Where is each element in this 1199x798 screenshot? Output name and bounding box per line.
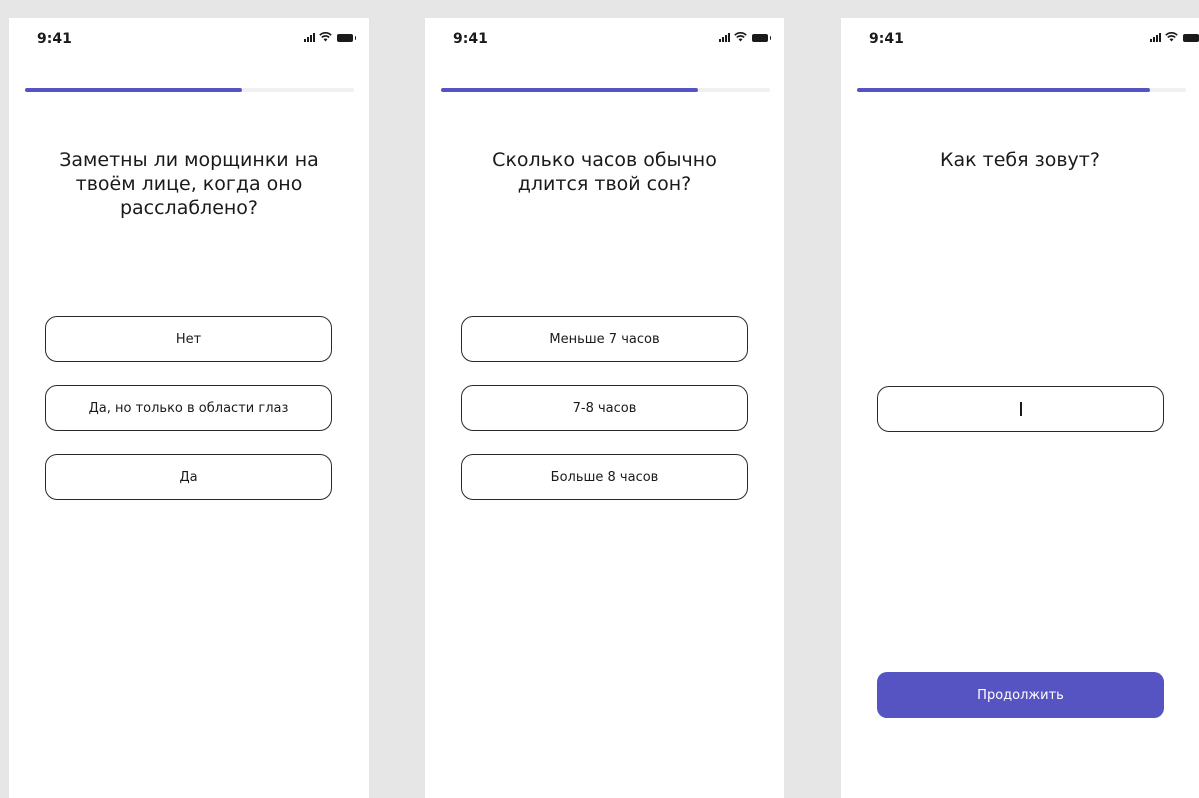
status-time: 9:41: [453, 31, 488, 47]
option-button-yes[interactable]: Да: [45, 454, 332, 500]
answer-options: Меньше 7 часов 7-8 часов Больше 8 часов: [461, 316, 748, 523]
name-input[interactable]: [877, 386, 1164, 432]
progress-bar: [441, 88, 770, 92]
battery-icon: [1183, 34, 1199, 42]
option-button-more-8[interactable]: Больше 8 часов: [461, 454, 748, 500]
option-button-no[interactable]: Нет: [45, 316, 332, 362]
progress-fill: [25, 88, 243, 92]
status-time: 9:41: [37, 31, 72, 47]
wifi-icon: [319, 32, 332, 42]
wifi-icon: [734, 32, 747, 42]
wifi-icon: [1165, 32, 1178, 42]
status-bar: 9:41: [9, 18, 369, 58]
status-icons: [1150, 32, 1199, 42]
battery-icon: [337, 34, 356, 42]
quiz-screen-name: 9:41 Как тебя зовут? Продолжить: [841, 18, 1199, 798]
signal-icon: [1150, 32, 1161, 42]
battery-icon: [752, 34, 771, 42]
status-time: 9:41: [869, 31, 904, 47]
question-title: Сколько часов обычно длится твой сон?: [492, 149, 717, 195]
signal-icon: [304, 32, 315, 42]
continue-button[interactable]: Продолжить: [877, 672, 1164, 718]
progress-bar: [857, 88, 1186, 92]
status-icons: [719, 32, 771, 42]
signal-icon: [719, 32, 730, 42]
text-cursor: [1019, 402, 1022, 416]
question-title: Заметны ли морщинки на твоём лице, когда…: [59, 149, 319, 219]
answer-options: Нет Да, но только в области глаз Да: [45, 316, 332, 523]
progress-bar: [25, 88, 354, 92]
status-bar: 9:41: [841, 18, 1199, 58]
status-bar: 9:41: [425, 18, 784, 58]
quiz-screen-wrinkles: 9:41 Заметны ли морщинки на твоём лице, …: [9, 18, 369, 798]
progress-fill: [441, 88, 698, 92]
quiz-screen-sleep: 9:41 Сколько часов обычно длится твой со…: [425, 18, 784, 798]
question-title: Как тебя зовут?: [940, 149, 1100, 171]
option-button-less-7[interactable]: Меньше 7 часов: [461, 316, 748, 362]
progress-fill: [857, 88, 1150, 92]
option-button-7-8[interactable]: 7-8 часов: [461, 385, 748, 431]
status-icons: [304, 32, 356, 42]
option-button-eyes-only[interactable]: Да, но только в области глаз: [45, 385, 332, 431]
